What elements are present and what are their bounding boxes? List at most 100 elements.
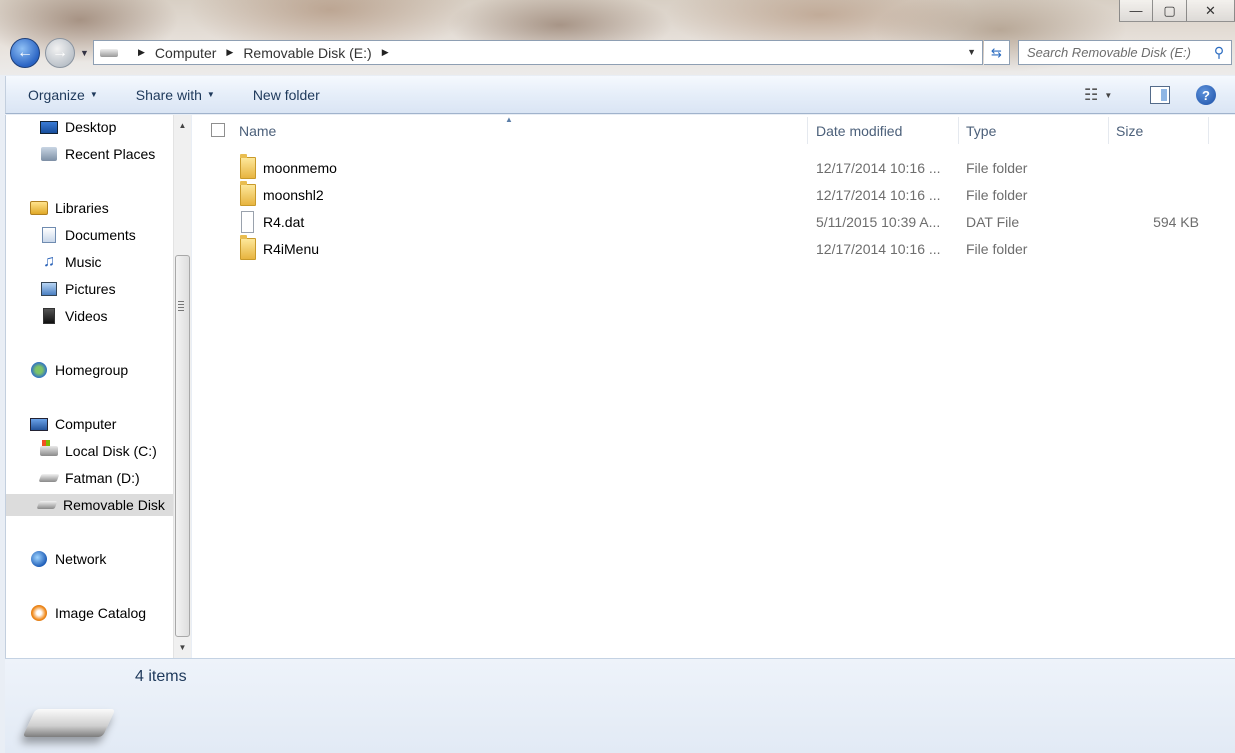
file-size [1112,184,1199,206]
close-button[interactable]: ✕ [1187,0,1235,22]
file-date-modified: 5/11/2015 10:39 A... [816,214,941,230]
removable-disk-icon [36,496,58,514]
column-header-name[interactable]: Name [231,115,807,146]
navigation-pane-scrollbar[interactable]: ▲ ▼ [173,115,191,658]
scroll-thumb[interactable] [175,255,190,637]
sidebar-item-videos[interactable]: Videos [39,305,108,327]
refresh-button[interactable]: ⇆ [984,40,1010,65]
file-row-moonmemo[interactable]: moonmemo 12/17/2014 10:16 ... File folde… [232,154,1232,179]
scroll-down-arrow[interactable]: ▼ [174,639,191,656]
sidebar-item-label: Music [65,254,102,270]
sidebar-item-local-disk-c[interactable]: Local Disk (C:) [39,440,157,462]
sidebar-item-pictures[interactable]: Pictures [39,278,116,300]
new-folder-button[interactable]: New folder [231,87,336,103]
sidebar-item-computer[interactable]: Computer [29,413,116,435]
address-bar[interactable]: ▶ Computer ▶ Removable Disk (E:) ▶ ▼ [93,40,983,65]
desktop-icon [39,118,59,136]
select-all-checkbox[interactable] [211,123,225,137]
file-name: R4.dat [263,214,305,230]
scroll-grip-icon [178,301,184,311]
sidebar-item-removable-disk[interactable]: Removable Disk [6,494,173,516]
window-controls: — ▢ ✕ [1119,0,1235,22]
file-type: DAT File [966,214,1020,230]
file-name: moonshl2 [263,187,324,203]
sidebar-item-music[interactable]: ♫ Music [39,251,102,273]
search-icon[interactable]: ⚲ [1207,44,1231,61]
file-row-moonshl2[interactable]: moonshl2 12/17/2014 10:16 ... File folde… [232,181,1232,206]
column-size-label: Size [1116,122,1144,139]
sidebar-item-fatman-d[interactable]: Fatman (D:) [38,467,140,489]
address-history-dropdown[interactable]: ▼ [967,47,976,57]
column-name-label: Name [239,122,277,139]
column-date-label: Date modified [816,122,903,139]
change-view-button[interactable]: ☷ ▼ [1084,85,1128,105]
column-header-row: ▲ Name Date modified Type Size [192,115,1235,146]
organize-label: Organize [28,86,85,103]
file-date-modified: 12/17/2014 10:16 ... [816,241,941,257]
minimize-button[interactable]: — [1119,0,1153,22]
file-row-r4imenu[interactable]: R4iMenu 12/17/2014 10:16 ... File folder [232,235,1232,260]
sidebar-item-desktop[interactable]: Desktop [39,116,116,138]
column-header-size[interactable]: Size [1108,115,1208,146]
homegroup-icon [29,361,49,379]
file-size: 594 KB [1153,214,1199,230]
folder-icon [240,154,256,179]
removable-disk-small-icon [100,48,118,57]
sidebar-item-label: Pictures [65,281,116,297]
column-type-label: Type [966,122,997,139]
sidebar-item-documents[interactable]: Documents [39,224,136,246]
sidebar-item-label: Computer [55,416,117,432]
help-button[interactable]: ? [1196,85,1216,105]
search-input[interactable] [1019,41,1207,64]
file-type: File folder [966,160,1028,176]
sidebar-item-image-catalog[interactable]: Image Catalog [29,602,146,624]
column-divider[interactable] [1208,117,1209,144]
pictures-icon [39,280,59,298]
videos-icon [39,307,59,325]
sidebar-item-label: Videos [65,308,108,324]
sidebar-item-homegroup[interactable]: Homegroup [29,359,128,381]
search-box[interactable]: ⚲ [1018,40,1232,65]
libraries-icon [29,199,49,217]
recent-places-icon [39,145,59,163]
file-date-modified: 12/17/2014 10:16 ... [816,160,941,176]
sidebar-item-recent-places[interactable]: Recent Places [39,143,155,165]
sidebar-item-network[interactable]: Network [29,548,106,570]
computer-icon [29,415,49,433]
column-header-type[interactable]: Type [958,115,1108,146]
back-button[interactable]: ← [10,38,40,68]
share-with-label: Share with [135,86,202,103]
preview-pane-button[interactable] [1150,86,1170,104]
share-with-menu[interactable]: Share with ▼ [114,87,231,103]
breadcrumb-computer[interactable]: Computer [155,45,216,61]
sidebar-item-label: Libraries [55,200,109,216]
sidebar-item-label: Recent Places [65,146,156,162]
sidebar-item-label: Network [55,551,107,567]
sidebar-item-label: Local Disk (C:) [65,443,157,459]
maximize-button[interactable]: ▢ [1153,0,1187,22]
breadcrumb-separator[interactable]: ▶ [382,47,389,58]
file-list: ▲ Name Date modified Type Size moonmemo … [192,115,1235,658]
scroll-up-arrow[interactable]: ▲ [174,117,191,134]
recent-pages-dropdown[interactable]: ▼ [80,48,89,58]
details-pane: 4 items [5,658,1235,753]
music-icon: ♫ [43,253,55,270]
chevron-down-icon: ▼ [206,90,215,99]
file-type: File folder [966,187,1028,203]
sidebar-item-label: Fatman (D:) [65,470,140,486]
file-type: File folder [966,241,1028,257]
file-row-r4-dat[interactable]: R4.dat 5/11/2015 10:39 A... DAT File 594… [232,211,1232,233]
sidebar-item-libraries[interactable]: Libraries [29,197,109,219]
file-size [1112,157,1199,179]
file-date-modified: 12/17/2014 10:16 ... [816,187,941,203]
removable-disk-large-icon [22,709,116,737]
column-header-date-modified[interactable]: Date modified [808,115,958,146]
folder-icon [240,181,256,206]
file-name: moonmemo [263,160,337,176]
breadcrumb-separator[interactable]: ▶ [226,47,233,58]
breadcrumb-separator[interactable]: ▶ [138,47,145,58]
organize-menu[interactable]: Organize ▼ [6,87,114,103]
breadcrumb-removable-disk[interactable]: Removable Disk (E:) [243,45,371,61]
forward-button[interactable]: → [45,38,75,68]
sidebar-item-label: Image Catalog [55,605,147,621]
